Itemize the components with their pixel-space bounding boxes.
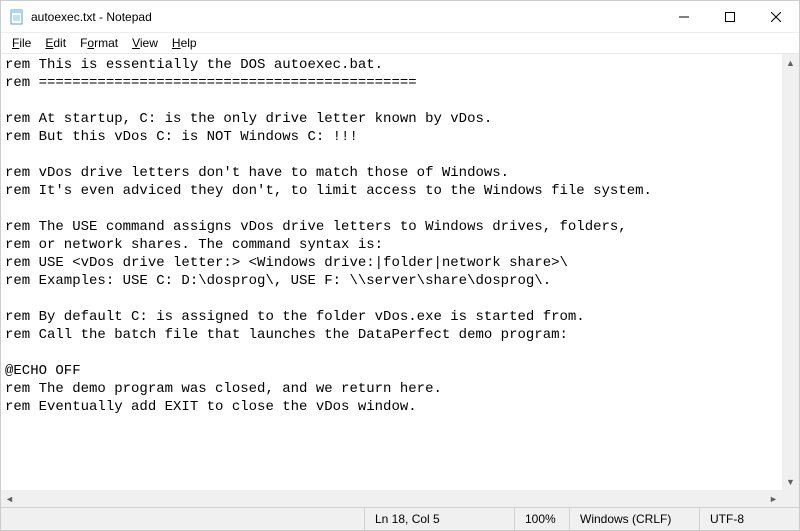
- text-editor[interactable]: rem This is essentially the DOS autoexec…: [1, 54, 782, 490]
- status-encoding: UTF-8: [699, 508, 799, 530]
- close-button[interactable]: [753, 1, 799, 32]
- vertical-scrollbar[interactable]: ▲ ▼: [782, 54, 799, 490]
- scroll-right-button[interactable]: ►: [765, 490, 782, 507]
- editor-area: rem This is essentially the DOS autoexec…: [1, 53, 799, 507]
- scroll-left-button[interactable]: ◄: [1, 490, 18, 507]
- menu-file[interactable]: File: [5, 35, 38, 51]
- scroll-corner: [782, 490, 799, 507]
- scroll-track-vertical[interactable]: [782, 71, 799, 473]
- horizontal-scrollbar[interactable]: ◄ ►: [1, 490, 782, 507]
- menu-view[interactable]: View: [125, 35, 165, 51]
- titlebar: autoexec.txt - Notepad: [1, 1, 799, 33]
- scroll-track-horizontal[interactable]: [18, 490, 765, 507]
- menu-format[interactable]: Format: [73, 35, 125, 51]
- scroll-down-button[interactable]: ▼: [782, 473, 799, 490]
- window-controls: [661, 1, 799, 32]
- status-line-ending: Windows (CRLF): [569, 508, 699, 530]
- status-spacer: [1, 508, 364, 530]
- minimize-button[interactable]: [661, 1, 707, 32]
- window-title: autoexec.txt - Notepad: [31, 10, 661, 24]
- status-position: Ln 18, Col 5: [364, 508, 514, 530]
- menu-edit[interactable]: Edit: [38, 35, 73, 51]
- status-zoom[interactable]: 100%: [514, 508, 569, 530]
- menu-help[interactable]: Help: [165, 35, 204, 51]
- scroll-up-button[interactable]: ▲: [782, 54, 799, 71]
- notepad-icon: [9, 9, 25, 25]
- statusbar: Ln 18, Col 5 100% Windows (CRLF) UTF-8: [1, 507, 799, 530]
- menubar: File Edit Format View Help: [1, 33, 799, 53]
- maximize-button[interactable]: [707, 1, 753, 32]
